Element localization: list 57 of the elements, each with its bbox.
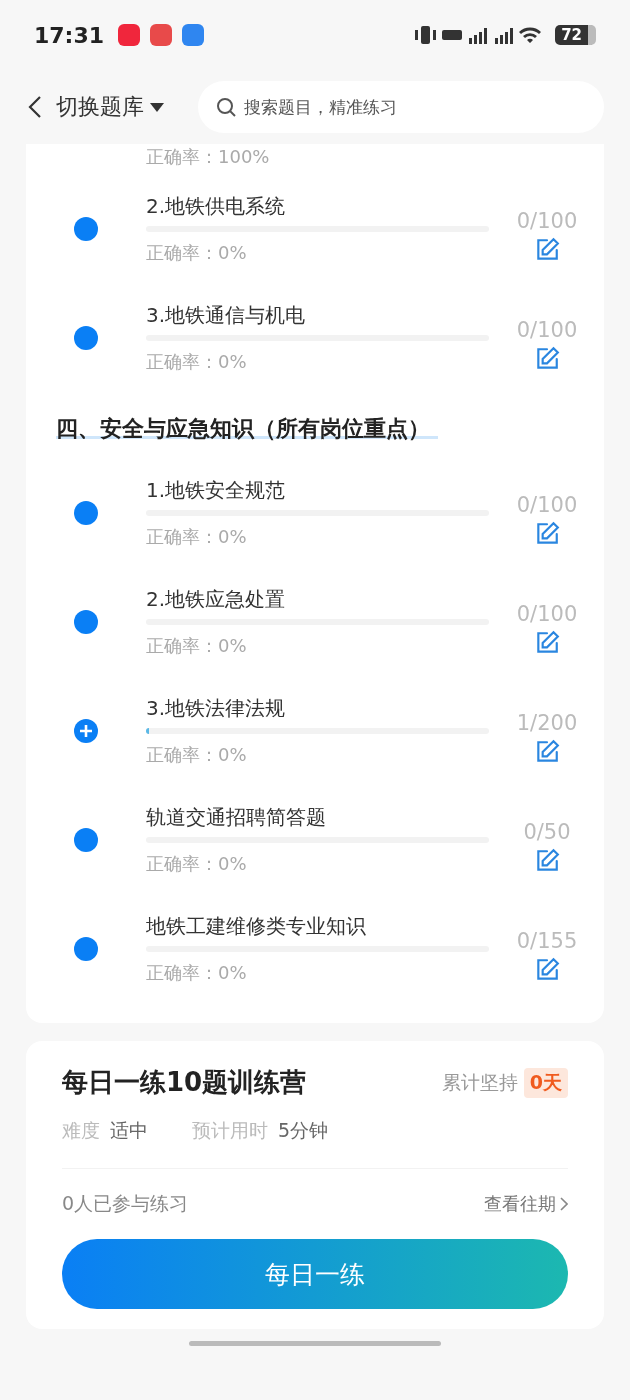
meta-value: 5分钟 bbox=[278, 1118, 329, 1143]
accuracy-text: 正确率：0% bbox=[146, 524, 248, 549]
search-field[interactable]: 搜索题目，精准练习 bbox=[198, 81, 604, 133]
status-dot bbox=[74, 827, 98, 852]
streak-label: 累计坚持 bbox=[441, 1069, 518, 1095]
progress-count: 0/50 bbox=[523, 819, 571, 844]
status-time: 17:31 bbox=[34, 22, 105, 48]
edit-icon[interactable] bbox=[534, 847, 560, 874]
chapter-title[interactable]: 3.地铁通信与机电 bbox=[146, 300, 489, 329]
chevron-icon bbox=[560, 1197, 568, 1211]
accuracy-text: 正确率：0% bbox=[146, 960, 248, 985]
plus-icon[interactable] bbox=[74, 718, 98, 743]
meta-label: 预计用时 bbox=[192, 1118, 268, 1143]
app-icon bbox=[118, 24, 141, 46]
edit-icon[interactable] bbox=[534, 629, 560, 656]
search-icon bbox=[216, 97, 236, 117]
history-link[interactable]: 查看往期 bbox=[484, 1192, 568, 1216]
caret-icon bbox=[150, 102, 164, 112]
chapter-title[interactable]: 轨道交通招聘简答题 bbox=[146, 802, 489, 831]
status-dot bbox=[74, 936, 98, 961]
chapter-title[interactable]: 1.地铁安全规范 bbox=[146, 475, 489, 504]
chapter-title[interactable]: 地铁工建维修类专业知识 bbox=[146, 911, 489, 940]
edit-icon[interactable] bbox=[534, 956, 560, 983]
progress-count: 0/155 bbox=[516, 928, 578, 953]
accuracy-text: 正确率：0% bbox=[146, 633, 248, 658]
accuracy-text: 正确率：0% bbox=[146, 349, 248, 374]
back-icon[interactable] bbox=[28, 95, 42, 119]
status-dot bbox=[74, 216, 98, 241]
card-title: 每日一练10题训练营 bbox=[62, 1066, 307, 1099]
status-dot bbox=[74, 609, 98, 634]
streak-badge: 0天 bbox=[523, 1067, 568, 1098]
edit-icon[interactable] bbox=[534, 345, 560, 372]
participants-text: 0人已参与练习 bbox=[62, 1191, 189, 1216]
status-dot bbox=[74, 500, 98, 525]
status-dot bbox=[74, 325, 98, 350]
bank-switcher[interactable]: 切换题库 bbox=[56, 92, 164, 122]
edit-icon[interactable] bbox=[534, 738, 560, 765]
app-icon bbox=[182, 24, 205, 46]
app-icon bbox=[150, 24, 173, 46]
edit-icon[interactable] bbox=[534, 236, 560, 263]
chapter-title[interactable]: 2.地铁供电系统 bbox=[146, 191, 489, 220]
progress-count: 0/100 bbox=[516, 601, 578, 626]
accuracy-text: 正确率：0% bbox=[146, 240, 248, 265]
accuracy-text: 正确率：0% bbox=[146, 742, 248, 767]
progress-count: 0/100 bbox=[516, 317, 578, 342]
progress-count: 0/100 bbox=[516, 208, 578, 233]
accuracy-text: 正确率：100% bbox=[146, 145, 271, 169]
chapter-title[interactable]: 2.地铁应急处置 bbox=[146, 584, 489, 613]
accuracy-text: 正确率：0% bbox=[146, 851, 248, 876]
progress-count: 1/200 bbox=[516, 710, 578, 735]
chapter-title[interactable]: 3.地铁法律法规 bbox=[146, 693, 489, 722]
battery-level: 72 bbox=[555, 25, 596, 45]
section-heading: 四、安全与应急知识（所有岗位重点） bbox=[56, 416, 438, 441]
edit-icon[interactable] bbox=[534, 520, 560, 547]
meta-label: 难度 bbox=[62, 1118, 100, 1143]
meta-value: 适中 bbox=[110, 1118, 148, 1143]
progress-count: 0/100 bbox=[516, 492, 578, 517]
